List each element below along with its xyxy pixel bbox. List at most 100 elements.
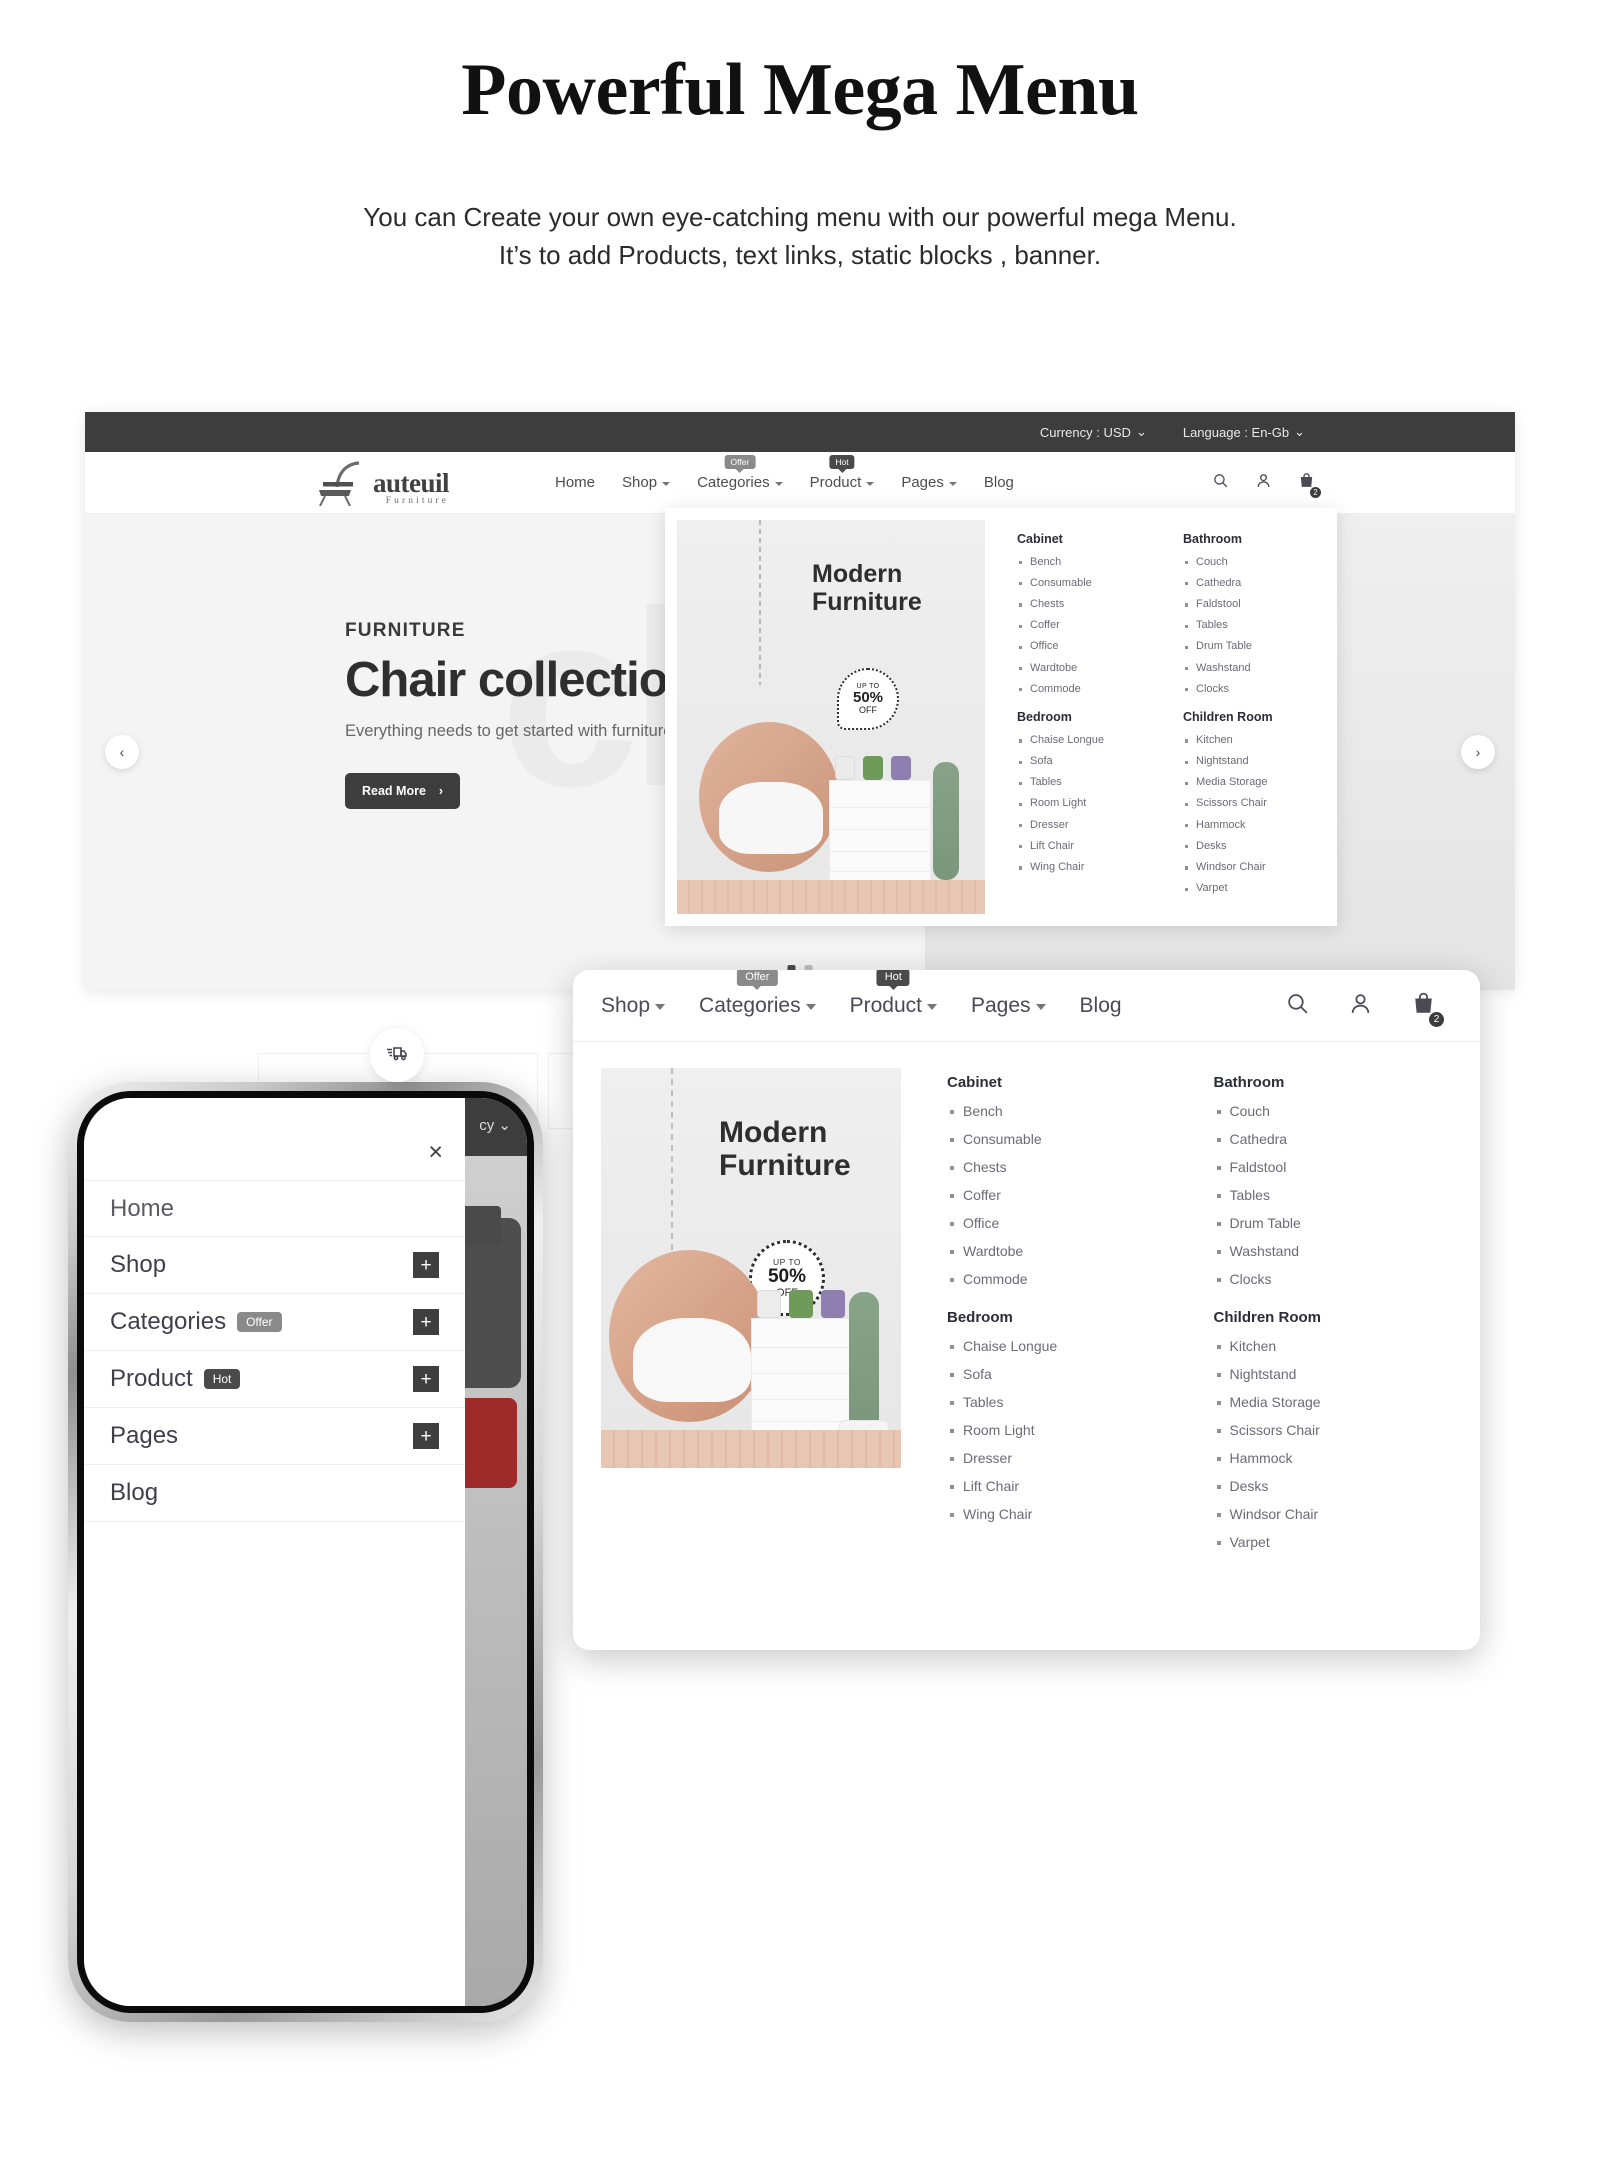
expand-categories-button[interactable]: + — [413, 1309, 439, 1335]
mobile-menu-item-home[interactable]: Home — [84, 1180, 465, 1237]
mega-link[interactable]: Varpet — [1183, 878, 1325, 899]
mobile-menu-item-shop[interactable]: Shop + — [84, 1237, 465, 1294]
mega-link[interactable]: Washstand — [1183, 657, 1325, 678]
mega-link[interactable]: Couch — [1214, 1097, 1453, 1125]
mega-link[interactable]: Media Storage — [1183, 772, 1325, 793]
mega-link[interactable]: Nightstand — [1214, 1360, 1453, 1388]
mega-link[interactable]: Windsor Chair — [1214, 1500, 1453, 1528]
user-icon[interactable] — [1348, 991, 1373, 1021]
mega-link[interactable]: Windsor Chair — [1183, 856, 1325, 877]
currency-selector[interactable]: Currency : USD ⌄ — [1040, 424, 1147, 440]
mega-link[interactable]: Chests — [947, 1153, 1186, 1181]
mobile-menu-item-blog[interactable]: Blog — [84, 1465, 465, 1522]
mega-link[interactable]: Room Light — [1017, 793, 1159, 814]
nav-item-blog[interactable]: Blog — [984, 474, 1014, 491]
mega-link[interactable]: Sofa — [1017, 751, 1159, 772]
read-more-button[interactable]: Read More › — [345, 773, 461, 809]
mega-link[interactable]: Kitchen — [1183, 729, 1325, 750]
mega-link[interactable]: Desks — [1183, 835, 1325, 856]
tablet-cart-button[interactable]: 2 — [1411, 991, 1445, 1028]
mega-link[interactable]: Wardtobe — [1017, 657, 1159, 678]
mega-link[interactable]: Faldstool — [1183, 593, 1325, 614]
mobile-menu-item-product[interactable]: Product Hot + — [84, 1351, 465, 1408]
nav-item-pages[interactable]: Pages — [901, 474, 957, 491]
mega-link[interactable]: Tables — [1183, 615, 1325, 636]
nav-badge-hot: Hot — [876, 970, 910, 986]
mobile-menu-item-categories[interactable]: Categories Offer + — [84, 1294, 465, 1351]
mega-link[interactable]: Scissors Chair — [1214, 1416, 1453, 1444]
mega-link[interactable]: Wing Chair — [947, 1500, 1186, 1528]
mega-link[interactable]: Scissors Chair — [1183, 793, 1325, 814]
mega-link[interactable]: Nightstand — [1183, 751, 1325, 772]
mega-link[interactable]: Kitchen — [1214, 1332, 1453, 1360]
tablet-nav-item-blog[interactable]: Blog — [1080, 994, 1122, 1018]
mega-link[interactable]: Room Light — [947, 1416, 1186, 1444]
tablet-nav-item-pages[interactable]: Pages — [971, 994, 1046, 1018]
mega-link[interactable]: Washstand — [1214, 1237, 1453, 1265]
mega-link[interactable]: Bench — [1017, 551, 1159, 572]
tablet-mega-menu: Modern Furniture UP TO 50% OFF Cabinet B… — [573, 1042, 1480, 1556]
mega-link[interactable]: Office — [1017, 636, 1159, 657]
mega-link[interactable]: Consumable — [1017, 572, 1159, 593]
search-icon[interactable] — [1285, 991, 1310, 1021]
mega-link[interactable]: Drum Table — [1214, 1209, 1453, 1237]
close-icon[interactable]: × — [428, 1140, 443, 1165]
plant-pot — [789, 1290, 813, 1318]
mega-link[interactable]: Faldstool — [1214, 1153, 1453, 1181]
user-icon[interactable] — [1255, 472, 1272, 494]
primary-navigation: Home Shop Offer Categories Hot Product P… — [555, 455, 1014, 491]
mega-link[interactable]: Chaise Longue — [1017, 729, 1159, 750]
carousel-next-button[interactable]: › — [1461, 735, 1495, 769]
mega-link[interactable]: Media Storage — [1214, 1388, 1453, 1416]
nav-item-categories[interactable]: Offer Categories — [697, 455, 783, 491]
mega-link[interactable]: Sofa — [947, 1360, 1186, 1388]
nav-item-product[interactable]: Hot Product — [810, 455, 875, 491]
mega-link[interactable]: Tables — [1017, 772, 1159, 793]
nav-item-home[interactable]: Home — [555, 474, 595, 491]
cart-button[interactable]: 2 — [1298, 472, 1322, 499]
mobile-menu-text: Product — [110, 1365, 193, 1392]
mega-link[interactable]: Consumable — [947, 1125, 1186, 1153]
mega-link[interactable]: Varpet — [1214, 1528, 1453, 1556]
mega-link[interactable]: Wing Chair — [1017, 856, 1159, 877]
mega-link[interactable]: Coffer — [1017, 615, 1159, 636]
nav-item-shop[interactable]: Shop — [622, 474, 671, 491]
tablet-mega-banner[interactable]: Modern Furniture UP TO 50% OFF — [601, 1068, 901, 1468]
expand-shop-button[interactable]: + — [413, 1252, 439, 1278]
mega-link[interactable]: Coffer — [947, 1181, 1186, 1209]
mega-link[interactable]: Cathedra — [1183, 572, 1325, 593]
mega-link[interactable]: Commode — [1017, 678, 1159, 699]
carousel-prev-button[interactable]: ‹ — [105, 735, 139, 769]
language-selector[interactable]: Language : En-Gb ⌄ — [1183, 424, 1305, 440]
mega-link[interactable]: Hammock — [1214, 1444, 1453, 1472]
search-icon[interactable] — [1212, 472, 1229, 494]
mega-link[interactable]: Clocks — [1183, 678, 1325, 699]
tablet-nav-item-product[interactable]: Hot Product — [850, 970, 937, 1018]
mega-link[interactable]: Lift Chair — [1017, 835, 1159, 856]
mega-link[interactable]: Chaise Longue — [947, 1332, 1186, 1360]
mega-menu-banner[interactable]: Modern Furniture UP TO 50% OFF — [677, 520, 985, 914]
mobile-menu-item-pages[interactable]: Pages + — [84, 1408, 465, 1465]
mega-link[interactable]: Clocks — [1214, 1265, 1453, 1293]
site-logo[interactable]: auteuil Furniture — [315, 460, 465, 506]
mega-link[interactable]: Tables — [1214, 1181, 1453, 1209]
mega-link[interactable]: Bench — [947, 1097, 1186, 1125]
mega-link[interactable]: Couch — [1183, 551, 1325, 572]
expand-product-button[interactable]: + — [413, 1366, 439, 1392]
mega-link[interactable]: Drum Table — [1183, 636, 1325, 657]
tablet-nav-item-categories[interactable]: Offer Categories — [699, 970, 816, 1018]
mega-link[interactable]: Dresser — [947, 1444, 1186, 1472]
mega-link[interactable]: Office — [947, 1209, 1186, 1237]
mega-link[interactable]: Desks — [1214, 1472, 1453, 1500]
expand-pages-button[interactable]: + — [413, 1423, 439, 1449]
mega-link[interactable]: Cathedra — [1214, 1125, 1453, 1153]
mega-link[interactable]: Dresser — [1017, 814, 1159, 835]
mega-link[interactable]: Wardtobe — [947, 1237, 1186, 1265]
mega-link[interactable]: Chests — [1017, 593, 1159, 614]
mega-link[interactable]: Lift Chair — [947, 1472, 1186, 1500]
tablet-nav-item-shop[interactable]: Shop — [601, 994, 666, 1018]
mega-link[interactable]: Hammock — [1183, 814, 1325, 835]
hanging-chair-photo — [609, 1250, 769, 1422]
mega-link[interactable]: Commode — [947, 1265, 1186, 1293]
mega-link[interactable]: Tables — [947, 1388, 1186, 1416]
